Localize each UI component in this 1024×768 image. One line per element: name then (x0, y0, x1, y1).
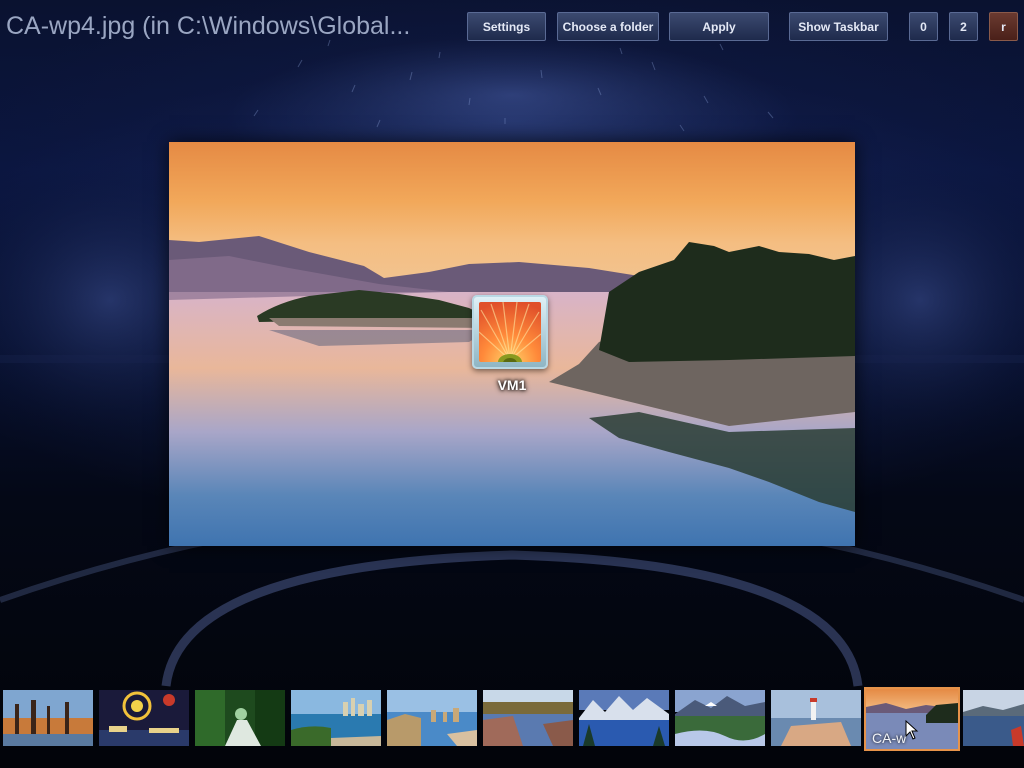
thumbnail-river-rocks[interactable] (483, 690, 573, 746)
flower-avatar-icon (479, 302, 541, 362)
thumbnail-fireworks[interactable] (99, 690, 189, 746)
app-window: CA-wp4.jpg (in C:\Windows\Global... Sett… (0, 0, 1024, 768)
mouse-cursor-icon (905, 720, 919, 740)
thumbnail-mountain-creek[interactable] (675, 690, 765, 746)
thumbnail-city-harbor[interactable] (291, 690, 381, 746)
show-taskbar-button[interactable]: Show Taskbar (789, 12, 888, 41)
toolbar-button-r[interactable]: r (989, 12, 1018, 41)
toolbar-button-2[interactable]: 2 (949, 12, 978, 41)
selected-thumbnail-caption: CA-w (872, 730, 907, 746)
toolbar-button-0[interactable]: 0 (909, 12, 938, 41)
thumbnail-misty-lake[interactable] (963, 690, 1024, 746)
user-name-label: VM1 (497, 377, 527, 393)
thumbnail-sunset-lake[interactable]: CA-w (864, 687, 960, 751)
choose-folder-button[interactable]: Choose a folder (557, 12, 659, 41)
apply-button[interactable]: Apply (669, 12, 769, 41)
window-title: CA-wp4.jpg (in C:\Windows\Global... (6, 12, 411, 40)
thumbnail-lake-mountains[interactable] (579, 690, 669, 746)
thumbnail-baobab-trees[interactable] (3, 690, 93, 746)
thumbnail-lighthouse[interactable] (771, 690, 861, 746)
thumbnail-rainforest-stream[interactable] (195, 690, 285, 746)
thumbnail-sea-stacks-coast[interactable] (387, 690, 477, 746)
settings-button[interactable]: Settings (467, 12, 546, 41)
user-account-tile[interactable] (472, 295, 548, 369)
thumbnail-strip: CA-w (0, 686, 1024, 751)
